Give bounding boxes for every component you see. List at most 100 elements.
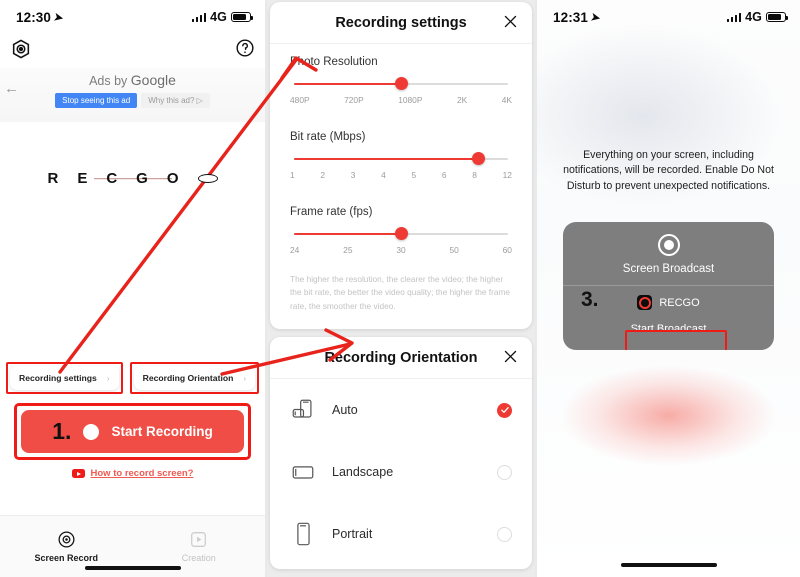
tick-label: 2	[320, 170, 326, 180]
frame-rate-label: Frame rate (fps)	[290, 206, 373, 218]
recording-settings-sheet-header: Recording settings	[270, 2, 532, 44]
tick-label: 60	[502, 245, 512, 255]
brand-record-dot-icon	[197, 174, 218, 183]
tick-label: 5	[411, 170, 417, 180]
orientation-option-portrait[interactable]: Portrait	[270, 503, 532, 569]
brand-letter-g: G	[136, 170, 149, 187]
network-label: 4G	[210, 10, 227, 24]
start-recording-button[interactable]: 1. Start Recording	[21, 410, 244, 453]
radio-auto-selected[interactable]	[497, 402, 512, 418]
how-to-record-label: How to record screen?	[90, 468, 194, 479]
radio-portrait[interactable]	[497, 526, 512, 542]
orientation-auto-label: Auto	[332, 403, 358, 418]
slider-thumb[interactable]	[471, 151, 485, 165]
bottom-tab-bar: Screen Record Creation	[0, 515, 265, 577]
orientation-landscape-label: Landscape	[332, 465, 394, 480]
recgo-logo: R E C G O	[0, 170, 265, 187]
brand-letter-e: E	[77, 170, 89, 187]
tick-label: 24	[290, 245, 300, 255]
tick-label: 720P	[344, 95, 364, 105]
tick-label: 50	[449, 245, 459, 255]
ad-buttons: Stop seeing this ad Why this ad? ▷	[0, 93, 265, 108]
screen-broadcast-dialog: Screen Broadcast RECGO Start Broadcast 3…	[563, 222, 774, 350]
recording-settings-sheet-title: Recording settings	[335, 14, 467, 31]
orientation-option-landscape[interactable]: Landscape	[270, 441, 532, 503]
status-time-group: 12:30 ➤	[16, 9, 65, 25]
frame-rate-slider[interactable]	[294, 226, 508, 240]
tick-label: 1080P	[398, 95, 423, 105]
slider-fill	[294, 233, 401, 236]
tick-label: 1	[290, 170, 295, 180]
status-time: 12:31	[553, 9, 589, 25]
start-recording-highlight: 1. Start Recording	[14, 403, 251, 460]
why-this-ad-button[interactable]: Why this ad? ▷	[141, 93, 210, 108]
broadcast-record-icon	[657, 234, 680, 256]
slider-fill	[294, 158, 479, 161]
tick-label: 2K	[456, 95, 468, 105]
recording-settings-chip-label: Recording settings	[19, 373, 97, 383]
tick-label: 480P	[290, 95, 310, 105]
step-number-3: 3.	[581, 288, 599, 311]
right-phone-panel: 12:31 ➤ 4G Everything on your screen, in…	[537, 0, 800, 577]
signal-bars-icon	[191, 12, 207, 22]
status-time: 12:30	[16, 9, 52, 25]
left-top-bar	[0, 34, 265, 68]
tick-label: 8	[472, 170, 477, 180]
network-label: 4G	[745, 10, 762, 24]
start-recording-label: Start Recording	[111, 424, 213, 439]
status-indicators: 4G	[191, 10, 254, 24]
slider-fill	[294, 83, 401, 86]
settings-nut-icon[interactable]	[10, 38, 32, 60]
left-status-bar: 12:30 ➤ 4G	[0, 0, 265, 34]
tick-label: 12	[502, 170, 512, 180]
youtube-icon	[71, 469, 85, 478]
photo-resolution-label: Photo Resolution	[290, 56, 378, 68]
help-circle-icon[interactable]	[235, 38, 255, 58]
google-ad-banner: ← Ads by Google Stop seeing this ad Why …	[0, 68, 265, 122]
how-to-record-link[interactable]: How to record screen?	[0, 468, 265, 479]
screenshot-stage: 12:30 ➤ 4G ← Ads by Google Stop seeing t…	[0, 0, 800, 577]
radio-landscape[interactable]	[497, 464, 512, 480]
ad-title-brand: Google	[130, 72, 176, 88]
signal-bars-icon	[726, 12, 742, 22]
orientation-portrait-label: Portrait	[332, 527, 373, 542]
recording-orientation-chip-label: Recording Orientation	[142, 373, 234, 383]
home-indicator	[620, 562, 717, 567]
ad-back-arrow-icon[interactable]: ←	[4, 80, 19, 97]
recording-settings-chip[interactable]: Recording settings ›	[10, 366, 119, 390]
tab-creation-label: Creation	[181, 553, 216, 563]
stop-seeing-ad-button[interactable]: Stop seeing this ad	[55, 93, 138, 108]
close-x-icon[interactable]	[503, 349, 518, 364]
bit-rate-slider[interactable]	[294, 151, 508, 165]
recording-settings-chip-wrap: Recording settings ›	[6, 362, 123, 394]
location-arrow-icon: ➤	[52, 10, 65, 25]
brand-letter-r: R	[47, 170, 60, 187]
step-number-1: 1.	[52, 418, 72, 444]
photo-resolution-ticks: 480P 720P 1080P 2K 4K	[290, 95, 512, 105]
orientation-option-auto[interactable]: Auto	[270, 379, 532, 441]
photo-resolution-section: Photo Resolution 480P 720P 1080P 2K 4K	[270, 44, 532, 109]
location-arrow-icon: ➤	[589, 10, 602, 25]
middle-panel: Recording settings Photo Resolution 480P…	[267, 0, 535, 577]
bit-rate-ticks: 1 2 3 4 5 6 8 12	[290, 170, 512, 180]
broadcast-app-name: RECGO	[659, 296, 700, 309]
close-x-icon[interactable]	[503, 14, 518, 29]
slider-thumb[interactable]	[394, 76, 408, 90]
screen-broadcast-header: Screen Broadcast	[563, 222, 774, 286]
recording-orientation-sheet: Recording Orientation Auto Landscape Por…	[270, 337, 532, 570]
start-broadcast-button[interactable]: Start Broadcast	[631, 323, 707, 335]
bit-rate-label: Bit rate (Mbps)	[290, 131, 366, 143]
tick-label: 4K	[501, 95, 512, 105]
recording-orientation-chip[interactable]: Recording Orientation ›	[133, 366, 255, 390]
chevron-right-icon: ›	[243, 373, 246, 383]
battery-icon	[766, 11, 789, 23]
status-indicators: 4G	[726, 10, 789, 24]
left-phone-panel: 12:30 ➤ 4G ← Ads by Google Stop seeing t…	[0, 0, 265, 577]
slider-thumb[interactable]	[394, 226, 408, 240]
tick-label: 4	[381, 170, 386, 180]
recording-orientation-chip-wrap: Recording Orientation ›	[129, 362, 259, 394]
photo-resolution-slider[interactable]	[294, 76, 508, 90]
chevron-right-icon: ›	[106, 373, 110, 383]
recording-orientation-sheet-title: Recording Orientation	[324, 349, 478, 366]
tick-label: 25	[343, 245, 353, 255]
